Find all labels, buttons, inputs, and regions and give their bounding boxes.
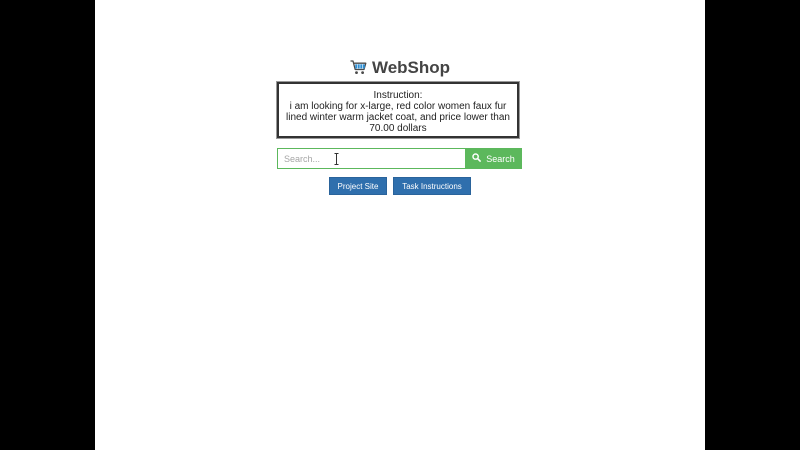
task-instructions-button[interactable]: Task Instructions xyxy=(393,177,471,195)
webshop-page: WebShop Instruction: i am looking for x-… xyxy=(95,0,705,450)
instruction-label: Instruction: xyxy=(373,90,423,101)
link-buttons: Project Site Task Instructions xyxy=(95,177,705,195)
search-button-label: Search xyxy=(486,153,515,164)
cart-icon xyxy=(350,59,367,81)
search-bar: Search xyxy=(277,148,523,169)
page-title: WebShop xyxy=(95,57,705,81)
project-site-button[interactable]: Project Site xyxy=(329,177,387,195)
search-button[interactable]: Search xyxy=(465,148,522,169)
search-input[interactable] xyxy=(277,148,465,169)
ibeam-cursor-icon xyxy=(334,152,339,165)
instruction-box: Instruction: i am looking for x-large, r… xyxy=(277,82,519,138)
app-title: WebShop xyxy=(371,58,451,77)
search-icon xyxy=(472,153,482,164)
instruction-text: i am looking for x-large, red color wome… xyxy=(286,101,510,134)
